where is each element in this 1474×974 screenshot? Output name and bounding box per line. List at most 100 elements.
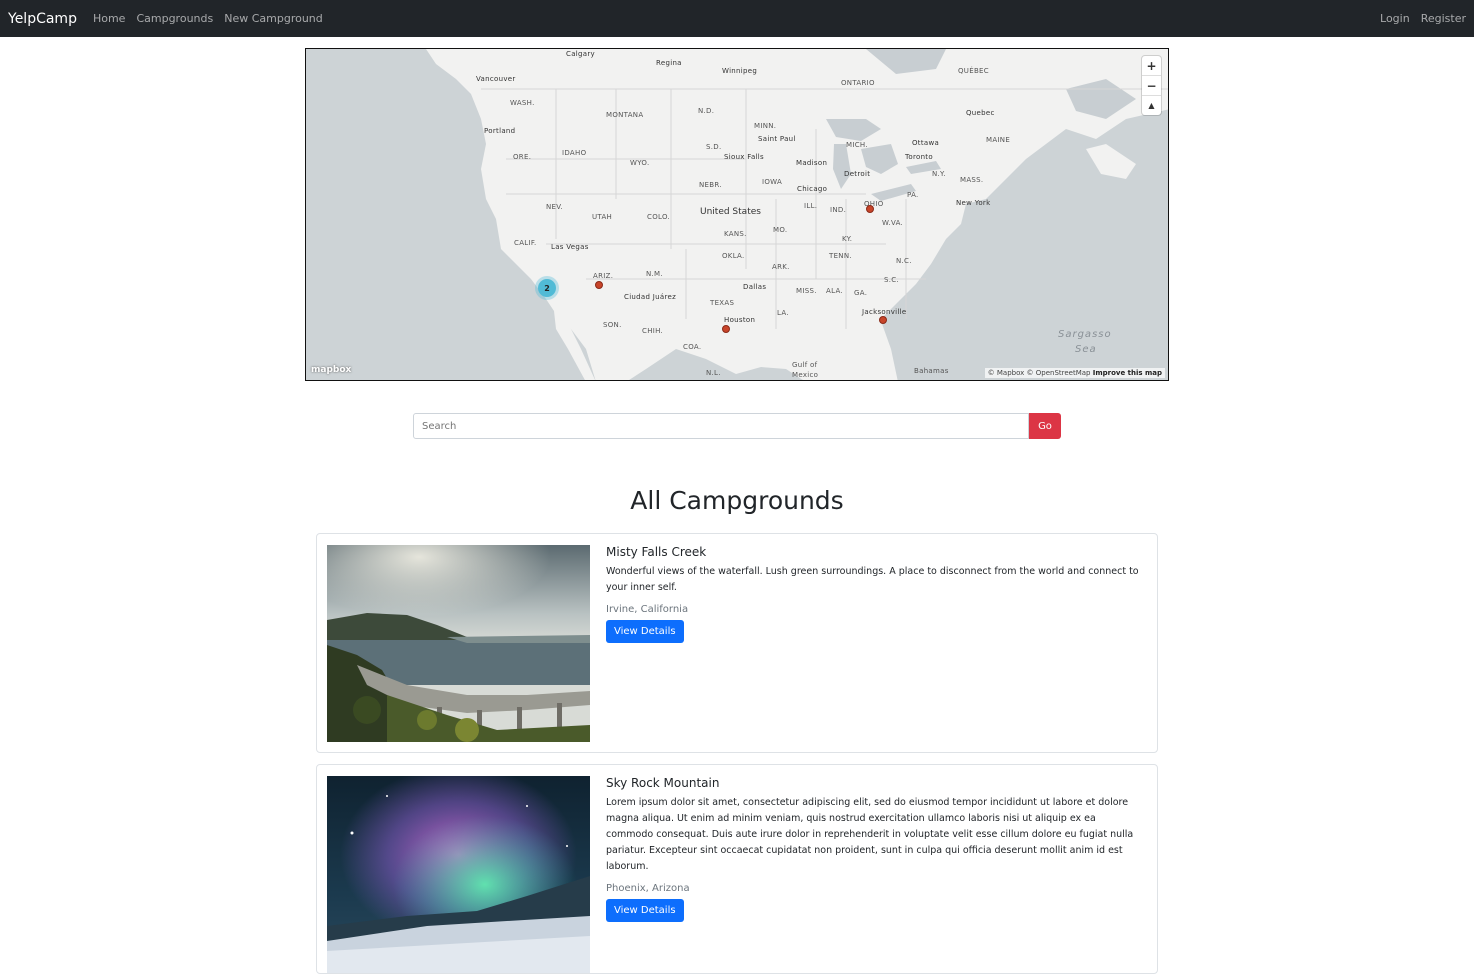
map-label-colo: COLO. <box>647 213 670 221</box>
attribution-text[interactable]: © Mapbox © OpenStreetMap <box>988 369 1091 377</box>
nav-login-link[interactable]: Login <box>1380 12 1410 25</box>
map-label-ariz: ARIZ. <box>593 272 614 280</box>
campground-marker[interactable] <box>879 316 887 324</box>
map-label-nm: N.M. <box>646 270 663 278</box>
nav-home-link[interactable]: Home <box>93 12 125 25</box>
map-label-pa: PA. <box>907 191 919 199</box>
campground-card: Misty Falls Creek Wonderful views of the… <box>316 533 1158 753</box>
zoom-out-button[interactable]: − <box>1142 76 1161 96</box>
map-label-saint-paul: Saint Paul <box>758 135 796 143</box>
map-label-montana: MONTANA <box>606 111 644 119</box>
map-label-bahamas: Bahamas <box>914 367 949 375</box>
view-details-button[interactable]: View Details <box>606 620 684 643</box>
map-label-ontario: ONTARIO <box>841 79 875 87</box>
campground-marker[interactable] <box>722 325 730 333</box>
compass-button[interactable]: ▲ <box>1142 96 1161 115</box>
zoom-in-button[interactable]: + <box>1142 56 1161 76</box>
page-title: All Campgrounds <box>630 486 844 515</box>
map-label-texas: TEXAS <box>710 299 735 307</box>
map-label-okla: OKLA. <box>722 252 745 260</box>
map-label-united-states: United States <box>700 207 761 217</box>
map-label-wva: W.VA. <box>882 219 904 227</box>
campground-image <box>327 776 590 973</box>
map-label-miss: MISS. <box>796 287 817 295</box>
map-label-ga: GA. <box>854 289 868 297</box>
map-label-la: LA. <box>777 309 789 317</box>
map-label-ore: ORE. <box>513 153 532 161</box>
map-label-ark: ARK. <box>772 263 790 271</box>
map-label-toronto: Toronto <box>905 153 933 161</box>
map-navigation-control: + − ▲ <box>1142 56 1161 115</box>
map-label-nev: NEV. <box>546 203 563 211</box>
search-form: Go <box>413 413 1061 439</box>
campground-location: Phoenix, Arizona <box>606 883 690 894</box>
map-label-mo: MO. <box>773 226 788 234</box>
map-label-mich: MICH. <box>846 141 868 149</box>
map-label-idaho: IDAHO <box>562 149 587 157</box>
map-label-coa: COA. <box>683 343 702 351</box>
map-label-ill: ILL. <box>804 202 818 210</box>
campground-card: Sky Rock Mountain Lorem ipsum dolor sit … <box>316 764 1158 974</box>
map-label-nc: N.C. <box>896 257 912 265</box>
map-label-houston: Houston <box>724 316 756 324</box>
cluster-map[interactable]: Calgary Regina Winnipeg ONTARIO QUÉBEC V… <box>305 48 1169 381</box>
nav-register-link[interactable]: Register <box>1421 12 1466 25</box>
map-label-minn: MINN. <box>754 122 777 130</box>
map-label-nebr: NEBR. <box>699 181 722 189</box>
map-label-wyo: WYO. <box>630 159 650 167</box>
map-label-chih: CHIH. <box>642 327 664 335</box>
map-label-ky: KY. <box>842 235 853 243</box>
brand-logo[interactable]: YelpCamp <box>8 11 77 27</box>
map-label-ny: N.Y. <box>932 170 946 178</box>
campground-location: Irvine, California <box>606 604 689 615</box>
map-label-sea: Sea <box>1075 344 1097 355</box>
map-label-jacksonville: Jacksonville <box>862 308 907 316</box>
map-label-nl: N.L. <box>706 369 721 377</box>
map-label-sd: S.D. <box>706 143 722 151</box>
campground-card-body: Misty Falls Creek Wonderful views of the… <box>606 545 1143 643</box>
map-label-madison: Madison <box>796 159 828 167</box>
map-label-ala: ALA. <box>826 287 843 295</box>
map-label-las-vegas: Las Vegas <box>551 243 589 251</box>
map-label-gulf-of: Gulf of <box>792 361 818 369</box>
campground-title: Sky Rock Mountain <box>606 776 720 790</box>
improve-map-link[interactable]: Improve this map <box>1093 369 1162 377</box>
map-label-mass: MASS. <box>960 176 984 184</box>
map-label-calgary: Calgary <box>566 50 595 58</box>
map-label-nd: N.D. <box>698 107 715 115</box>
marker-cluster[interactable]: 2 <box>538 279 556 297</box>
map-label-sargasso: Sargasso <box>1058 329 1112 340</box>
map-label-son: SON. <box>603 321 622 329</box>
map-label-maine: MAINE <box>986 136 1011 144</box>
nav-right-group: Login Register <box>1369 12 1466 25</box>
map-label-portland: Portland <box>484 127 516 135</box>
campground-marker[interactable] <box>595 281 603 289</box>
campground-marker[interactable] <box>866 205 874 213</box>
search-input[interactable] <box>413 413 1029 439</box>
map-label-iowa: IOWA <box>762 178 783 186</box>
map-label-sioux-falls: Sioux Falls <box>724 153 764 161</box>
nav-new-campground-link[interactable]: New Campground <box>224 12 323 25</box>
map-label-kans: KANS. <box>724 230 747 238</box>
campground-title: Misty Falls Creek <box>606 545 707 559</box>
campground-card-body: Sky Rock Mountain Lorem ipsum dolor sit … <box>606 776 1143 922</box>
map-label-chicago: Chicago <box>797 185 828 193</box>
map-label-calif: CALIF. <box>514 239 537 247</box>
campground-description: Lorem ipsum dolor sit amet, consectetur … <box>606 797 1134 872</box>
map-label-ottawa: Ottawa <box>912 139 940 147</box>
map-label-mexico: Mexico <box>792 371 819 379</box>
map-label-vancouver: Vancouver <box>476 75 516 83</box>
campground-image <box>327 545 590 742</box>
mapbox-logo[interactable]: mapbox <box>311 365 351 375</box>
map-label-tenn: TENN. <box>829 252 852 260</box>
map-label-new-york: New York <box>956 199 991 207</box>
view-details-button[interactable]: View Details <box>606 899 684 922</box>
map-attribution: © Mapbox © OpenStreetMap Improve this ma… <box>984 368 1165 378</box>
map-label-wash: WASH. <box>510 99 535 107</box>
navbar: YelpCamp Home Campgrounds New Campground… <box>0 0 1474 37</box>
map-label-quebec-city: Quebec <box>966 109 995 117</box>
map-label-regina: Regina <box>656 59 682 67</box>
nav-campgrounds-link[interactable]: Campgrounds <box>136 12 213 25</box>
map-label-ind: IND. <box>830 206 847 214</box>
search-go-button[interactable]: Go <box>1029 413 1061 439</box>
